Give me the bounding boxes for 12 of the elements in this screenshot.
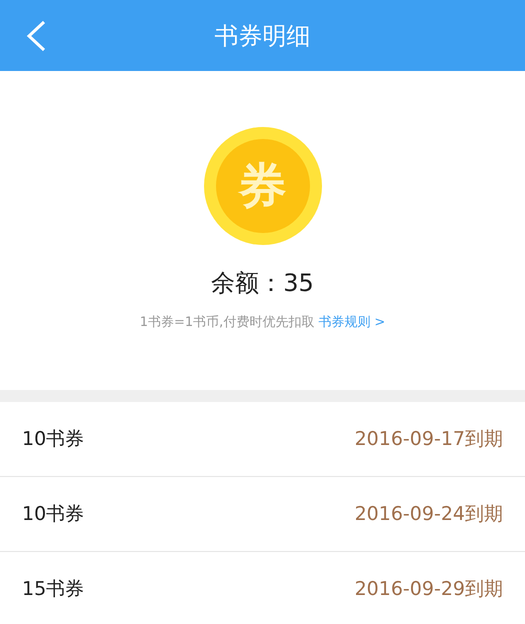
expiry-date: 2016-09-17到期 bbox=[354, 426, 503, 452]
voucher-amount: 15书券 bbox=[22, 576, 84, 602]
page-title: 书券明细 bbox=[214, 20, 310, 52]
voucher-amount: 10书券 bbox=[22, 502, 84, 527]
rules-link[interactable]: 书券规则 > bbox=[318, 313, 386, 332]
balance-text: 余额：35 bbox=[211, 268, 314, 299]
back-icon[interactable] bbox=[24, 20, 48, 52]
rule-note: 1书券=1书币,付费时优先扣取 bbox=[140, 314, 314, 332]
coin-icon: 券 bbox=[204, 127, 322, 245]
expiry-date: 2016-09-24到期 bbox=[354, 502, 503, 527]
voucher-amount: 10书券 bbox=[22, 426, 84, 452]
expiry-date: 2016-09-29到期 bbox=[354, 576, 503, 602]
